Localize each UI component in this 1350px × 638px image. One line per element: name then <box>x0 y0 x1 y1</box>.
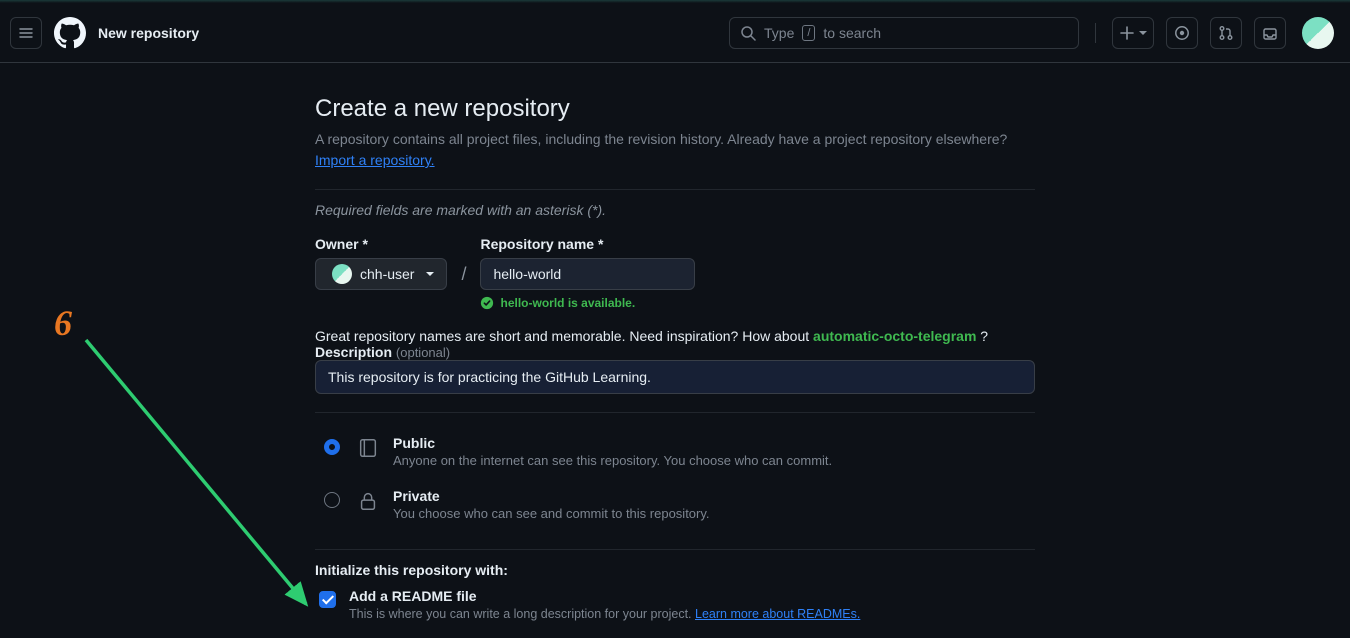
search-input[interactable]: Type / to search <box>729 17 1079 49</box>
learn-readmes-link[interactable]: Learn more about READMEs. <box>695 607 860 621</box>
repo-name-suggestion[interactable]: automatic-octo-telegram <box>813 328 976 344</box>
search-placeholder-prefix: Type <box>764 25 794 41</box>
pull-request-icon <box>1218 25 1234 41</box>
inbox-button[interactable] <box>1254 17 1286 49</box>
form-title: Create a new repository <box>315 95 1035 123</box>
visibility-private-radio[interactable] <box>324 492 340 508</box>
visibility-private-desc: You choose who can see and commit to thi… <box>393 506 710 521</box>
main-content: Create a new repository A repository con… <box>315 63 1035 621</box>
check-circle-icon <box>480 296 494 310</box>
description-input[interactable] <box>315 360 1035 394</box>
repo-icon <box>357 437 379 462</box>
page-title: New repository <box>98 25 199 41</box>
tutorial-arrow-icon <box>84 338 334 628</box>
github-logo-icon <box>54 17 86 49</box>
search-placeholder-suffix: to search <box>823 25 881 41</box>
owner-name: chh-user <box>360 266 414 282</box>
divider <box>315 412 1035 413</box>
issues-icon <box>1174 25 1190 41</box>
owner-select-button[interactable]: chh-user <box>315 258 447 290</box>
visibility-group: Public Anyone on the internet can see th… <box>315 425 1035 531</box>
visibility-public-title: Public <box>393 435 832 451</box>
pull-requests-button[interactable] <box>1210 17 1242 49</box>
tutorial-step-number: 6 <box>54 302 72 344</box>
inbox-icon <box>1262 25 1278 41</box>
add-readme-option[interactable]: Add a README file This is where you can … <box>315 588 1035 621</box>
search-shortcut-key: / <box>802 25 815 41</box>
import-repository-link[interactable]: Import a repository. <box>315 152 435 168</box>
owner-label: Owner * <box>315 236 447 252</box>
repo-name-inspiration: Great repository names are short and mem… <box>315 328 1035 344</box>
form-subtitle: A repository contains all project files,… <box>315 129 1035 171</box>
app-header: New repository Type / to search <box>0 3 1350 63</box>
issues-button[interactable] <box>1166 17 1198 49</box>
visibility-private-title: Private <box>393 488 710 504</box>
chevron-down-icon <box>426 272 434 276</box>
search-icon <box>740 25 756 41</box>
plus-icon <box>1119 25 1135 41</box>
visibility-public-radio[interactable] <box>324 439 340 455</box>
description-label: Description (optional) <box>315 344 450 360</box>
hamburger-menu-button[interactable] <box>10 17 42 49</box>
owner-avatar <box>332 264 352 284</box>
repo-name-input[interactable] <box>480 258 695 290</box>
visibility-private-option[interactable]: Private You choose who can see and commi… <box>315 478 1035 531</box>
user-avatar[interactable] <box>1302 17 1334 49</box>
repo-name-available-status: hello-world is available. <box>480 296 695 310</box>
tutorial-annotation: 6 <box>54 302 72 344</box>
header-separator <box>1095 23 1096 43</box>
add-readme-title: Add a README file <box>349 588 860 604</box>
visibility-public-desc: Anyone on the internet can see this repo… <box>393 453 832 468</box>
owner-repo-separator: / <box>461 236 466 285</box>
add-readme-checkbox[interactable] <box>319 591 336 608</box>
add-readme-desc: This is where you can write a long descr… <box>349 607 860 621</box>
hamburger-icon <box>18 25 34 41</box>
divider <box>315 189 1035 190</box>
lock-icon <box>357 490 379 515</box>
divider <box>315 549 1035 550</box>
initialize-title: Initialize this repository with: <box>315 562 1035 578</box>
create-new-button[interactable] <box>1112 17 1154 49</box>
repo-name-label: Repository name * <box>480 236 695 252</box>
chevron-down-icon <box>1139 31 1147 35</box>
owner-repo-row: Owner * chh-user / Repository name * hel… <box>315 236 1035 310</box>
visibility-public-option[interactable]: Public Anyone on the internet can see th… <box>315 425 1035 478</box>
github-logo[interactable] <box>54 17 86 49</box>
required-fields-note: Required fields are marked with an aster… <box>315 202 1035 218</box>
